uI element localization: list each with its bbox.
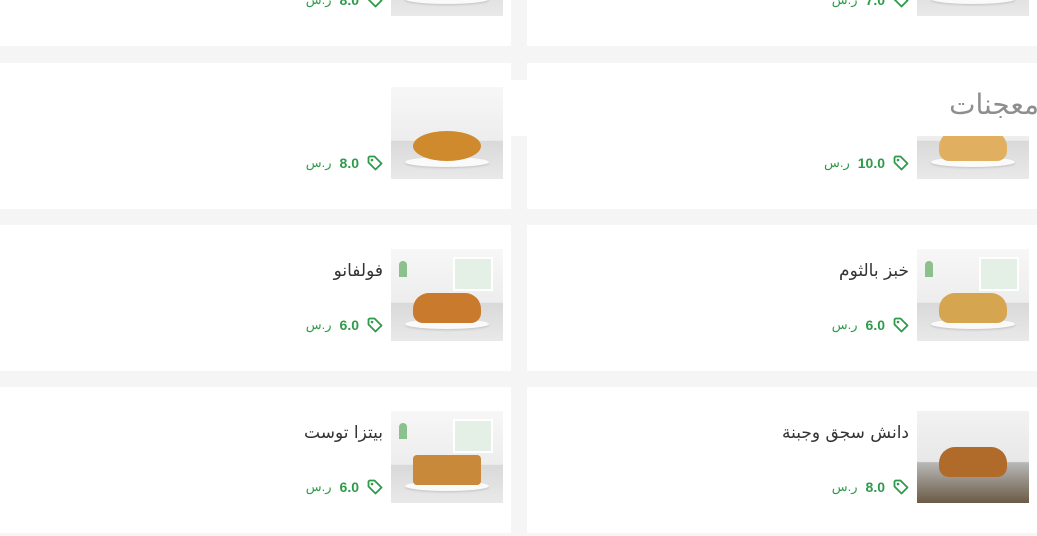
item-image	[917, 0, 1029, 16]
price-tag-icon	[367, 317, 383, 333]
price-currency: ر.س	[306, 0, 332, 8]
menu-item-card[interactable]: 7.0 ر.س	[527, 0, 1037, 46]
price-value: 10.0	[857, 155, 885, 171]
price-currency: ر.س	[831, 317, 858, 332]
menu-item-card[interactable]: 8.0 ر.س	[0, 0, 511, 46]
item-image	[917, 249, 1029, 341]
section-header: معجنات	[511, 80, 1037, 136]
price-value: 6.0	[339, 479, 359, 495]
item-image	[391, 0, 503, 16]
price-value: 8.0	[865, 479, 885, 495]
item-image	[917, 411, 1029, 503]
price-currency: ر.س	[831, 479, 858, 494]
price-value: 6.0	[339, 317, 359, 333]
menu-item-card[interactable]: دانش سجق وجبنة 8.0 ر.س	[527, 387, 1037, 533]
item-name: دانش سجق وجبنة	[782, 423, 909, 443]
item-price: 6.0 ر.س	[306, 317, 383, 333]
price-currency: ر.س	[305, 479, 332, 494]
menu-item-card[interactable]: 8.0 ر.س	[0, 63, 511, 209]
price-tag-icon	[893, 155, 909, 171]
menu-item-card[interactable]: فولفانو 6.0 ر.س	[0, 225, 511, 371]
item-name: بيتزا توست	[304, 423, 383, 443]
item-image	[391, 87, 503, 179]
price-currency: ر.س	[305, 317, 332, 332]
price-currency: ر.س	[823, 155, 850, 170]
price-currency: ر.س	[305, 155, 332, 170]
item-name: خبز بالثوم	[839, 261, 909, 281]
item-price: 10.0 ر.س	[824, 155, 909, 171]
price-tag-icon	[367, 479, 383, 495]
menu-item-card[interactable]: خبز بالثوم 6.0 ر.س	[527, 225, 1037, 371]
item-price: 8.0 ر.س	[306, 0, 383, 8]
menu-item-card[interactable]: بيتزا توست 6.0 ر.س	[0, 387, 511, 533]
item-name: فولفانو	[333, 261, 383, 281]
price-tag-icon	[893, 317, 909, 333]
price-tag-icon	[367, 0, 383, 8]
item-price: 8.0 ر.س	[306, 155, 383, 171]
section-title: معجنات	[949, 88, 1037, 121]
item-price: 8.0 ر.س	[832, 479, 909, 495]
price-value: 7.0	[865, 0, 885, 8]
price-value: 8.0	[339, 0, 359, 8]
price-value: 6.0	[865, 317, 885, 333]
price-currency: ر.س	[832, 0, 858, 8]
item-price: 6.0 ر.س	[832, 317, 909, 333]
price-tag-icon	[893, 479, 909, 495]
item-image	[391, 411, 503, 503]
item-price: 6.0 ر.س	[306, 479, 383, 495]
item-image	[391, 249, 503, 341]
price-tag-icon	[893, 0, 909, 8]
price-tag-icon	[367, 155, 383, 171]
item-price: 7.0 ر.س	[832, 0, 909, 8]
price-value: 8.0	[339, 155, 359, 171]
